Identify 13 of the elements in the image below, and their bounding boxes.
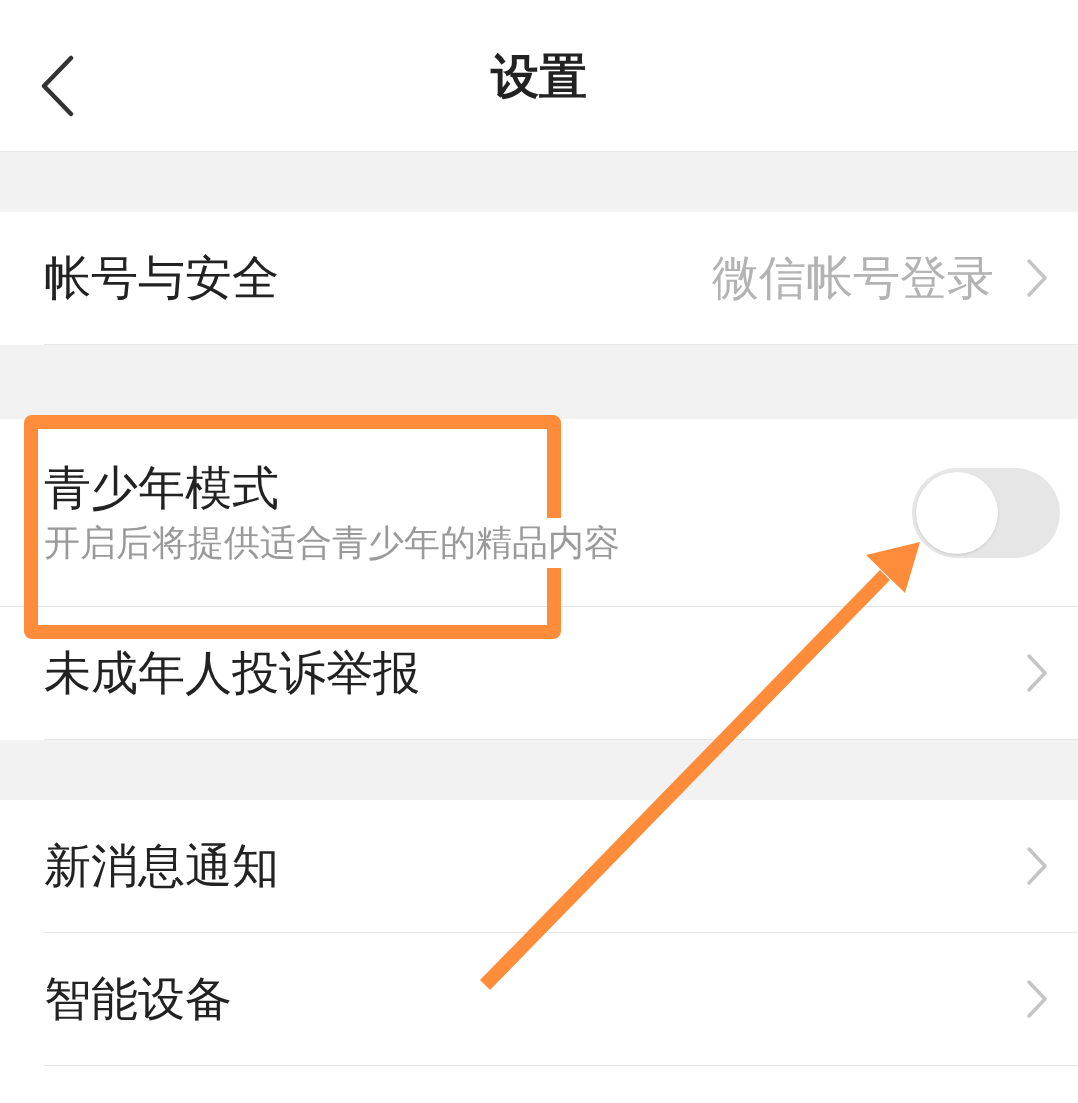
setting-label: 青少年模式 [44,458,280,517]
chevron-right-icon [1026,979,1048,1019]
chevron-right-icon [1026,653,1048,693]
setting-description: 开启后将提供适合青少年的精品内容 [44,517,620,568]
page-title: 设置 [491,46,587,106]
chevron-right-icon [1026,846,1048,886]
back-icon [40,55,74,117]
setting-label: 智能设备 [44,969,233,1028]
chevron-right-icon [1026,258,1048,298]
setting-label: 新消息通知 [44,836,280,895]
setting-label: 帐号与安全 [44,248,280,307]
setting-label: 未成年人投诉举报 [44,643,421,702]
setting-value: 微信帐号登录 [712,248,994,307]
